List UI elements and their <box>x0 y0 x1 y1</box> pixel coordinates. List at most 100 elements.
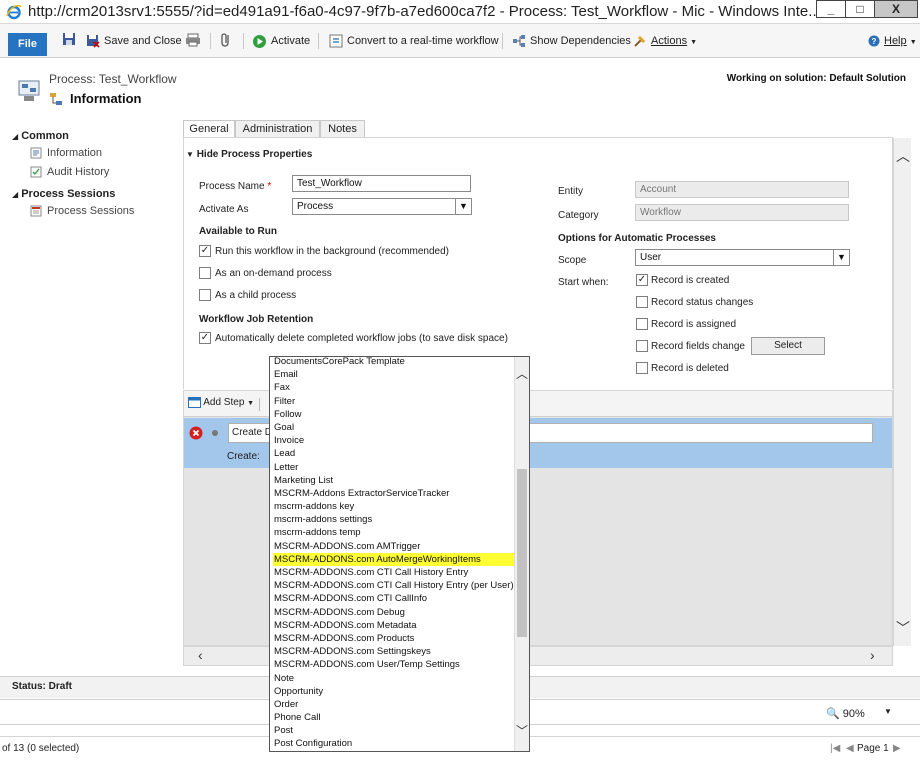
child-process-checkbox[interactable] <box>199 289 211 301</box>
help-button[interactable]: ? Help ▼ <box>868 32 917 50</box>
scroll-left-arrow-icon[interactable]: ‹ <box>198 647 203 663</box>
dropdown-option[interactable]: MSCRM-Addons ExtractorServiceTracker <box>273 487 515 500</box>
dropdown-option[interactable]: Email <box>273 368 515 381</box>
dropdown-option[interactable]: Lead <box>273 447 515 460</box>
save-icon[interactable] <box>62 32 76 46</box>
tab-general[interactable]: General <box>183 120 235 138</box>
dropdown-option[interactable]: MSCRM-ADDONS.com User/Temp Settings <box>273 658 515 671</box>
dropdown-option[interactable]: MSCRM-ADDONS.com Debug <box>273 606 515 619</box>
run-background-checkbox[interactable]: ✓ <box>199 245 211 257</box>
close-window-button[interactable]: X <box>874 0 918 18</box>
nav-process-sessions-header[interactable]: ◢ Process Sessions <box>12 188 115 200</box>
on-demand-label: As an on-demand process <box>215 268 332 279</box>
zoom-control[interactable]: 🔍 90% <box>826 707 865 720</box>
dropdown-option[interactable]: Phone Call <box>273 711 515 724</box>
dropdown-arrow-icon[interactable]: ▼ <box>833 250 849 265</box>
dropdown-option[interactable]: MSCRM-ADDONS.com CTI Call History Entry … <box>273 579 515 592</box>
on-demand-checkbox[interactable] <box>199 267 211 279</box>
add-step-button[interactable]: Add Step ▼ <box>188 397 254 408</box>
dropdown-option[interactable]: Order <box>273 698 515 711</box>
dropdown-scrollbar[interactable]: ︿ ﹀ <box>514 357 529 751</box>
nav-audit-history-label: Audit History <box>47 166 110 178</box>
dropdown-option[interactable]: Letter <box>273 461 515 474</box>
zoom-dropdown-icon[interactable]: ▼ <box>884 707 892 716</box>
save-and-close-button[interactable]: Save and Close <box>86 32 182 50</box>
activate-as-select[interactable]: Process ▼ <box>292 198 472 215</box>
record-assigned-checkbox[interactable] <box>636 318 648 330</box>
nav-common-header[interactable]: ◢ Common <box>12 130 69 142</box>
dropdown-option[interactable]: Goal <box>273 421 515 434</box>
previous-page-icon[interactable]: ◀ <box>846 743 854 754</box>
nav-item-information[interactable]: Information <box>30 147 102 159</box>
chevron-down-icon: ▼ <box>909 39 917 46</box>
tab-administration[interactable]: Administration <box>235 120 320 138</box>
add-step-label: Add Step <box>203 397 245 409</box>
maximize-button[interactable]: □ <box>845 0 875 18</box>
dropdown-option[interactable]: Marketing List <box>273 474 515 487</box>
activate-label: Activate <box>271 35 311 47</box>
record-status-checkbox[interactable] <box>636 296 648 308</box>
dropdown-option[interactable]: Invoice <box>273 434 515 447</box>
nav-information-label: Information <box>47 147 103 159</box>
dropdown-option[interactable]: MSCRM-ADDONS.com AMTrigger <box>273 540 515 553</box>
scroll-up-arrow-icon[interactable]: ︿ <box>896 146 910 166</box>
record-deleted-checkbox[interactable] <box>636 362 648 374</box>
scope-select[interactable]: User ▼ <box>635 249 850 266</box>
convert-icon <box>329 34 343 48</box>
dropdown-option[interactable]: MSCRM-ADDONS.com Settingskeys <box>273 645 515 658</box>
job-retention-header: Workflow Job Retention <box>199 314 314 325</box>
nav-item-process-sessions[interactable]: Process Sessions <box>30 205 134 217</box>
save-and-close-label: Save and Close <box>104 35 182 47</box>
hide-properties-toggle[interactable]: ▼ Hide Process Properties <box>186 149 312 160</box>
activate-button[interactable]: Activate <box>252 32 310 50</box>
dropdown-option[interactable]: Post <box>273 724 515 737</box>
attach-icon[interactable] <box>219 32 233 48</box>
dropdown-option[interactable]: mscrm-addons key <box>273 500 515 513</box>
scroll-down-arrow-icon[interactable]: ﹀ <box>896 618 910 638</box>
dropdown-option[interactable]: MSCRM-ADDONS.com CTI CallInfo <box>273 592 515 605</box>
dropdown-option[interactable]: MSCRM-ADDONS.com Products <box>273 632 515 645</box>
tab-notes[interactable]: Notes <box>320 120 365 138</box>
convert-realtime-button[interactable]: Convert to a real-time workflow <box>329 32 499 50</box>
required-asterisk: * <box>267 181 272 192</box>
dropdown-option[interactable]: Note <box>273 672 515 685</box>
dropdown-option[interactable]: Fax <box>273 381 515 394</box>
first-page-icon[interactable]: |◀ <box>830 743 840 754</box>
dropdown-option[interactable]: mscrm-addons temp <box>273 526 515 539</box>
dropdown-option[interactable]: Post Configuration <box>273 737 515 750</box>
file-button[interactable]: File <box>8 33 47 56</box>
show-dependencies-button[interactable]: Show Dependencies <box>512 32 631 50</box>
dropdown-option[interactable]: MSCRM-ADDONS.com CTI Call History Entry <box>273 566 515 579</box>
section-title: Information <box>70 91 142 106</box>
minimize-button[interactable]: _ <box>816 0 846 18</box>
record-fields-checkbox[interactable] <box>636 340 648 352</box>
dropdown-option[interactable]: Follow <box>273 408 515 421</box>
main-vertical-scrollbar[interactable]: ︿ ﹀ <box>893 138 911 646</box>
dropdown-arrow-icon[interactable]: ▼ <box>455 199 471 214</box>
scroll-right-arrow-icon[interactable]: › <box>870 647 875 663</box>
dropdown-option[interactable]: MSCRM-ADDONS.com Metadata <box>273 619 515 632</box>
dropdown-option[interactable]: Opportunity <box>273 685 515 698</box>
create-label: Create: <box>227 451 260 462</box>
record-created-checkbox[interactable]: ✓ <box>636 274 648 286</box>
show-dependencies-label: Show Dependencies <box>530 35 631 47</box>
entity-dropdown-list[interactable]: DocumentsCorePack Template Email Fax Filter… <box>269 356 530 752</box>
print-icon[interactable] <box>185 33 201 47</box>
dropdown-option[interactable]: mscrm-addons settings <box>273 513 515 526</box>
dropdown-option[interactable]: MSCRM-ADDONS.com AutoMergeWorkingItems <box>273 552 515 566</box>
select-fields-button[interactable]: Select <box>751 337 825 355</box>
auto-delete-checkbox[interactable]: ✓ <box>199 332 211 344</box>
dropdown-scroll-thumb[interactable] <box>517 469 527 637</box>
process-name-input[interactable]: Test_Workflow <box>292 175 471 192</box>
dropdown-option[interactable]: Filter <box>273 395 515 408</box>
ribbon-separator <box>210 33 211 49</box>
scroll-down-arrow-icon[interactable]: ﹀ <box>516 722 528 739</box>
dropdown-option[interactable]: DocumentsCorePack Template <box>273 357 515 368</box>
actions-label: Actions <box>651 35 688 47</box>
next-page-icon[interactable]: ▶ <box>893 743 901 754</box>
scroll-up-arrow-icon[interactable]: ︿ <box>516 365 528 382</box>
nav-item-audit-history[interactable]: Audit History <box>30 166 109 178</box>
ribbon-separator <box>318 33 319 49</box>
actions-button[interactable]: Actions ▼ <box>633 32 697 50</box>
svg-text:?: ? <box>872 37 877 46</box>
